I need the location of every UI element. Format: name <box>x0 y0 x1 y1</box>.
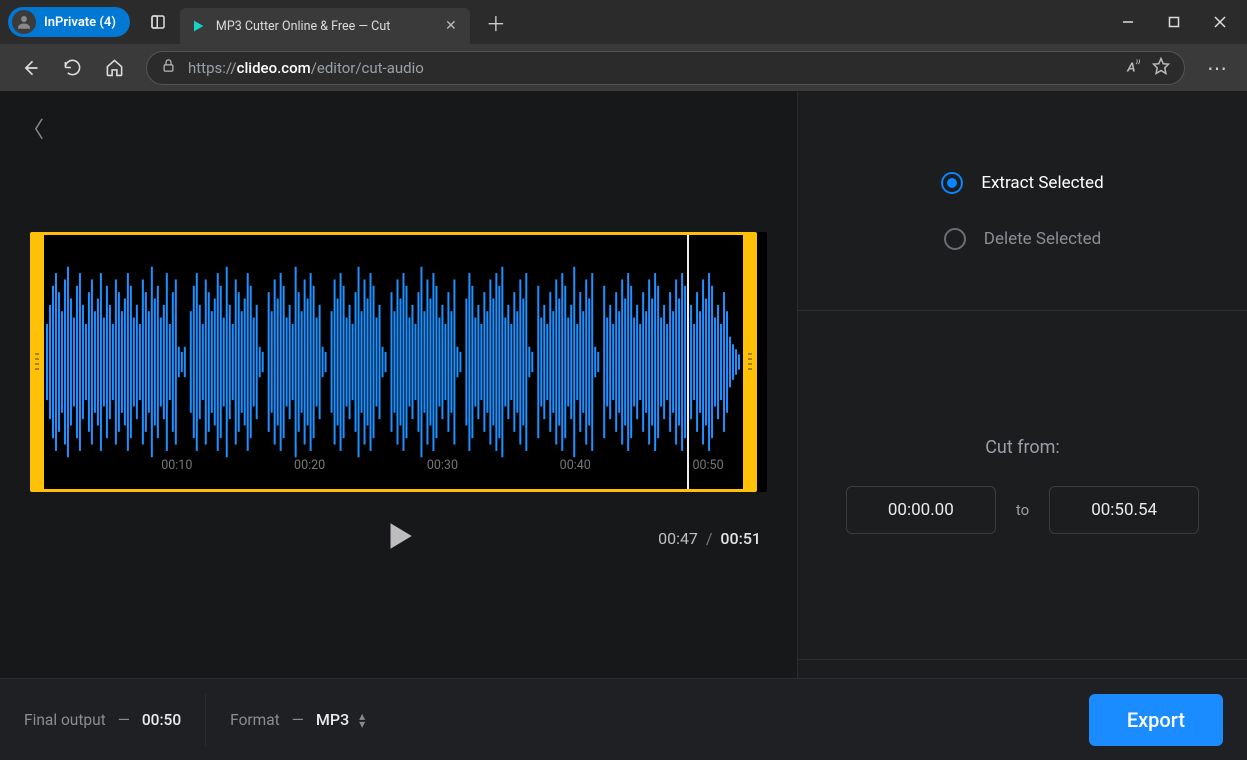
current-time: 00:47 <box>658 529 698 548</box>
waveform-time-ticks: 00:10 00:20 00:30 00:40 00:50 <box>44 458 743 486</box>
radio-icon <box>944 228 966 250</box>
browser-titlebar: InPrivate (4) MP3 Cutter Online & Free —… <box>0 0 1247 44</box>
url-protocol: https:// <box>188 59 237 77</box>
cut-to-input[interactable]: 00:50.54 <box>1049 486 1199 534</box>
radio-label: Delete Selected <box>984 229 1101 249</box>
format-value: MP3 <box>316 710 349 729</box>
window-controls <box>1105 0 1243 44</box>
editor-main: 〈 <box>0 92 797 760</box>
bottom-bar: Final output — 00:50 Format — MP3 ▴▾ Exp… <box>0 678 1247 760</box>
mode-selector: Extract Selected Delete Selected <box>798 92 1247 311</box>
cut-title: Cut from: <box>985 437 1060 458</box>
format-label: Format <box>230 711 280 729</box>
tab-title: MP3 Cutter Online & Free — Cut <box>216 19 432 34</box>
url-host: clideo.com <box>237 59 311 77</box>
cut-to-label: to <box>1016 501 1029 519</box>
address-url: https:// clideo.com /editor/cut-audio <box>188 59 1115 77</box>
play-button[interactable] <box>382 519 416 557</box>
audio-cutter-app: 〈 <box>0 92 1247 760</box>
nav-back-button[interactable] <box>12 50 48 86</box>
cut-from-input[interactable]: 00:00.00 <box>846 486 996 534</box>
total-time: 00:51 <box>720 529 761 548</box>
inprivate-label: InPrivate (4) <box>44 15 116 30</box>
cut-range-block: Cut from: 00:00.00 to 00:50.54 <box>798 311 1247 660</box>
nav-home-button[interactable] <box>96 50 132 86</box>
nav-refresh-button[interactable] <box>54 50 90 86</box>
radio-extract-selected[interactable]: Extract Selected <box>941 172 1103 194</box>
cut-to-value: 00:50.54 <box>1091 500 1157 520</box>
tab-actions-button[interactable] <box>144 8 172 36</box>
final-output-value: 00:50 <box>142 711 181 729</box>
final-output-info: Final output — 00:50 <box>24 711 181 729</box>
new-tab-button[interactable]: ＋ <box>482 8 510 37</box>
final-output-label: Final output <box>24 711 106 729</box>
radio-delete-selected[interactable]: Delete Selected <box>944 228 1101 250</box>
window-minimize-icon[interactable] <box>1105 0 1151 44</box>
favorite-star-icon[interactable] <box>1152 57 1170 79</box>
site-info-lock-icon[interactable] <box>161 58 176 77</box>
radio-icon <box>941 172 963 194</box>
window-close-icon[interactable] <box>1197 0 1243 44</box>
radio-label: Extract Selected <box>981 173 1103 193</box>
tab-close-icon[interactable]: ✕ <box>442 18 460 34</box>
selection-handle-left[interactable] <box>30 232 44 492</box>
inprivate-indicator[interactable]: InPrivate (4) <box>8 7 130 37</box>
address-bar[interactable]: https:// clideo.com /editor/cut-audio A⁾… <box>146 51 1185 85</box>
waveform-canvas <box>44 235 743 489</box>
waveform-container[interactable]: 00:10 00:20 00:30 00:40 00:50 <box>30 232 767 492</box>
chevron-updown-icon: ▴▾ <box>359 712 365 728</box>
format-selector[interactable]: Format — MP3 ▴▾ <box>230 710 365 729</box>
playback-controls: 00:47 / 00:51 <box>0 518 797 558</box>
tick-label: 00:40 <box>560 458 591 473</box>
selection-handle-right[interactable] <box>743 232 757 492</box>
playhead-indicator[interactable] <box>687 235 689 489</box>
editor-back-button[interactable]: 〈 <box>22 112 44 144</box>
url-path: /editor/cut-audio <box>311 59 424 77</box>
window-maximize-icon[interactable] <box>1151 0 1197 44</box>
browser-menu-button[interactable]: ⋯ <box>1199 50 1235 86</box>
read-aloud-icon[interactable]: A⁾⁾ <box>1127 59 1140 75</box>
tick-label: 00:50 <box>692 458 723 473</box>
settings-panel: Extract Selected Delete Selected Cut fro… <box>797 92 1247 760</box>
time-readout: 00:47 / 00:51 <box>658 529 761 548</box>
export-button[interactable]: Export <box>1089 694 1223 746</box>
cut-from-value: 00:00.00 <box>888 500 954 520</box>
tab-favicon-icon <box>190 18 206 34</box>
tick-label: 00:10 <box>161 458 192 473</box>
browser-toolbar: https:// clideo.com /editor/cut-audio A⁾… <box>0 44 1247 92</box>
profile-avatar-icon <box>12 10 36 34</box>
tick-label: 00:20 <box>294 458 325 473</box>
tick-label: 00:30 <box>427 458 458 473</box>
browser-tab[interactable]: MP3 Cutter Online & Free — Cut ✕ <box>180 8 470 44</box>
divider <box>205 694 206 746</box>
export-label: Export <box>1127 708 1185 732</box>
